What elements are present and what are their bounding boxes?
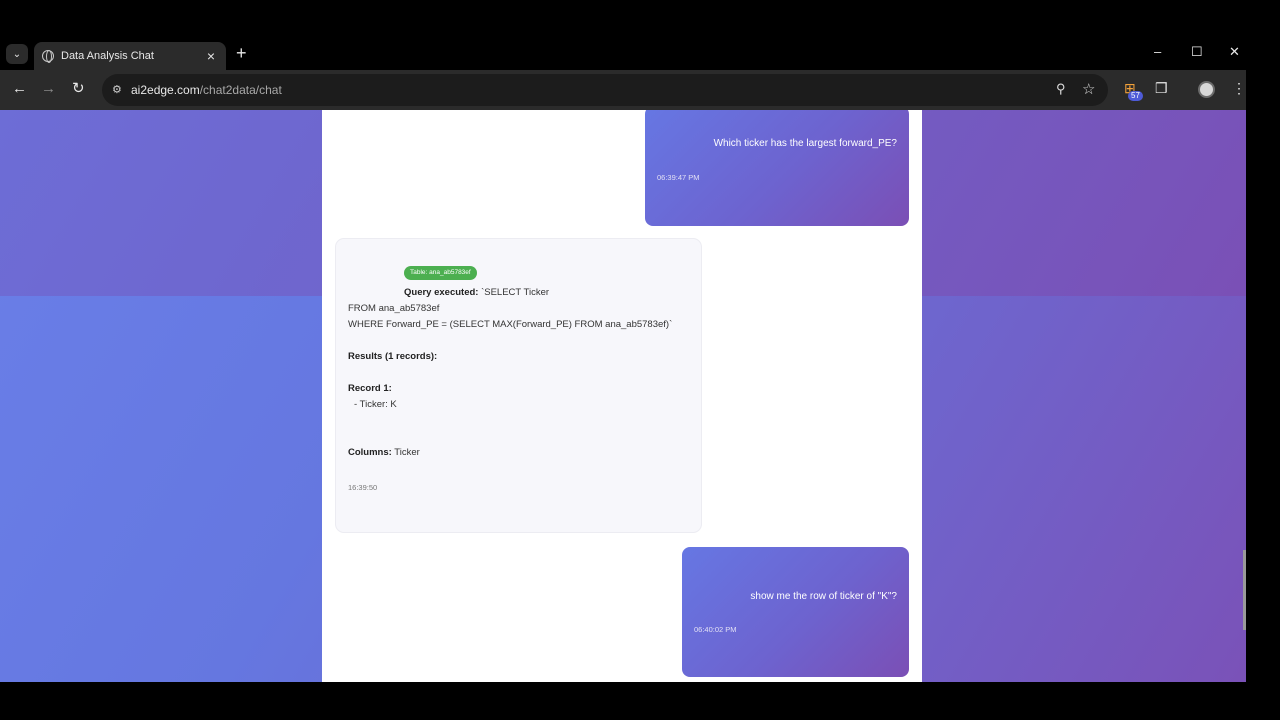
chevron-down-icon[interactable]: ⌄ [6,44,28,64]
query-line-2: FROM ana_ab5783ef [348,303,440,314]
browser-window: ⌄ Data Analysis Chat × + – ☐ ✕ ← → ↻ ⚙ a… [0,38,1246,682]
toolbar: ← → ↻ ⚙ ai2edge.com/chat2data/chat ⚲ ☆ ⊞… [0,70,1246,110]
record-label: Record 1: [348,383,392,394]
extension-badge: 57 [1128,91,1143,101]
tab-data-analysis-chat[interactable]: Data Analysis Chat × [34,42,226,70]
message-time: 06:40:02 PM [694,625,737,634]
chat-container: Which ticker has the largest forward_PE?… [322,110,922,682]
user-message: show me the row of ticker of "K"? 06:40:… [682,547,909,677]
message-text: Which ticker has the largest forward_PE? [713,138,897,149]
minimize-icon[interactable]: – [1154,44,1161,59]
zoom-icon[interactable]: ⚲ [1056,81,1066,97]
reload-icon[interactable]: ↻ [72,81,85,97]
url-text[interactable]: ai2edge.com/chat2data/chat [131,83,282,97]
record-line: - Ticker: K [354,399,397,410]
back-arrow-icon[interactable]: ← [12,81,27,97]
record-label-text: Record 1: [348,383,392,394]
url-path: /chat2data/chat [199,83,282,97]
message-time: 06:39:47 PM [657,173,700,182]
forward-arrow-icon[interactable]: → [41,81,56,97]
table-badge: Table: ana_ab5783ef [404,266,477,280]
globe-icon [42,50,54,63]
address-bar[interactable]: ⚙ ai2edge.com/chat2data/chat ⚲ ☆ [102,74,1108,106]
user-message: Which ticker has the largest forward_PE?… [645,110,909,226]
results-label: Results (1 records): [348,351,437,362]
avatar-icon[interactable] [1198,81,1215,98]
scrollbar-thumb[interactable] [1243,550,1246,630]
close-window-icon[interactable]: ✕ [1229,44,1240,60]
maximize-icon[interactable]: ☐ [1191,44,1203,60]
message-text: show me the row of ticker of "K"? [750,591,897,602]
url-host: ai2edge.com [131,83,200,97]
columns-line: Columns: Ticker [348,447,420,458]
message-time: 16:39:50 [348,483,378,492]
tab-title: Data Analysis Chat [61,50,154,62]
kebab-menu-icon[interactable]: ⋮ [1232,80,1246,97]
star-icon[interactable]: ☆ [1082,80,1095,98]
columns-label: Columns: [348,447,392,458]
query-line-3: WHERE Forward_PE = (SELECT MAX(Forward_P… [348,319,673,330]
columns-value: Ticker [391,447,420,458]
page-viewport: Which ticker has the largest forward_PE?… [0,110,1246,682]
query-label: Query executed: [404,287,479,298]
query-line: Query executed: `SELECT Ticker [404,287,549,298]
close-icon[interactable]: × [204,48,218,64]
plus-icon[interactable]: + [236,44,247,62]
puzzle-icon[interactable]: ❒ [1155,80,1168,97]
tab-strip: ⌄ Data Analysis Chat × + – ☐ ✕ [0,38,1246,70]
query-text: `SELECT Ticker [478,287,550,298]
results-label-text: Results (1 records): [348,351,438,362]
site-settings-icon[interactable]: ⚙ [112,83,126,97]
bot-message: Table: ana_ab5783ef Query executed: `SEL… [335,238,702,533]
